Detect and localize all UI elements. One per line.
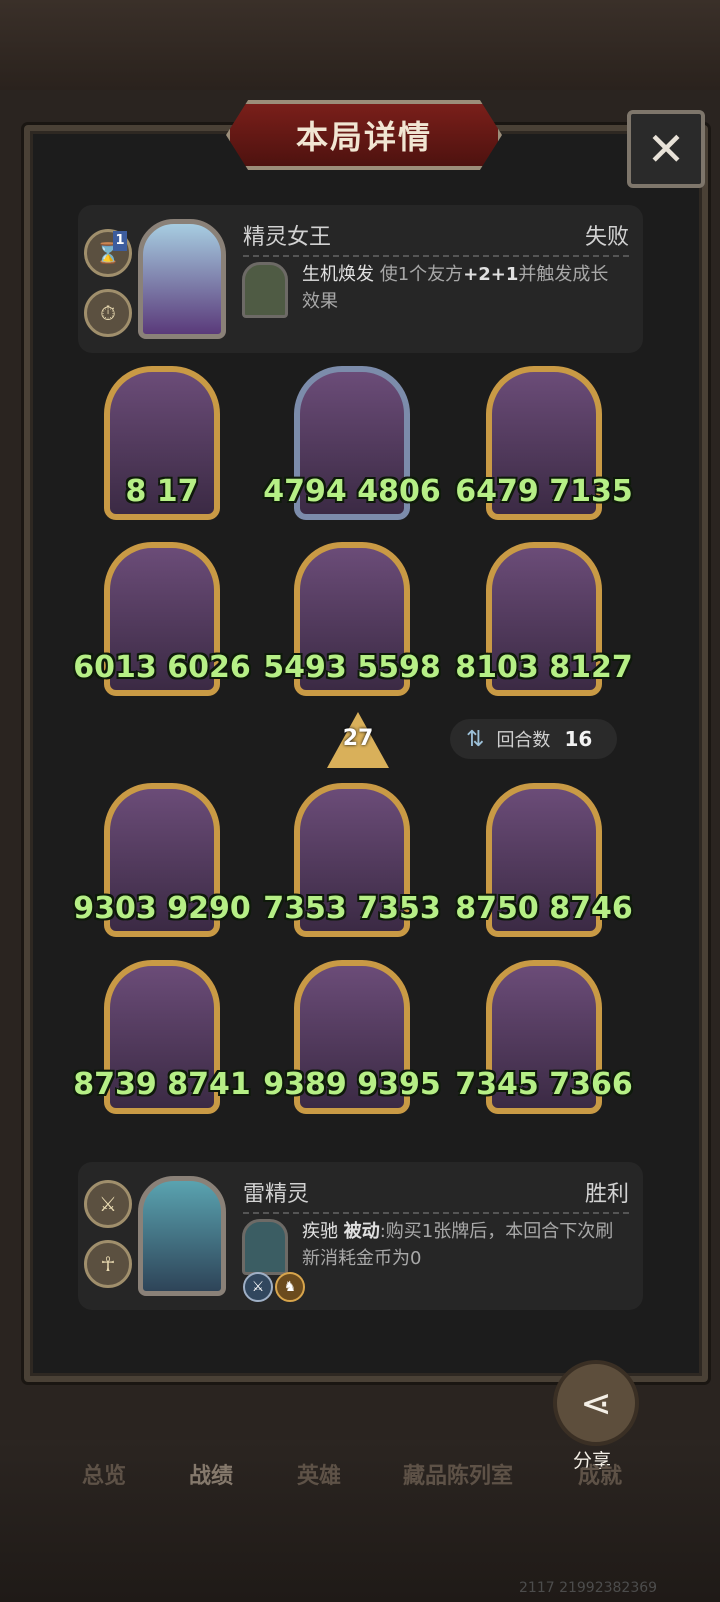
user-id: 2117 21992382369 (519, 1580, 658, 1596)
divider (243, 255, 629, 257)
minion-attack: 6479 (455, 474, 539, 509)
minion-health: 8746 (549, 891, 633, 926)
minion-stats: 8103 8127 (449, 650, 639, 685)
minion-attack: 8103 (455, 650, 539, 685)
horse-equip-icon: ♞ (275, 1272, 305, 1302)
skill-type: 被动 (343, 1221, 380, 1242)
minion-health: 6026 (167, 650, 251, 685)
trinket-icon: ⏱ (84, 289, 132, 337)
minion-health: 7366 (549, 1067, 633, 1102)
minion-health: 7353 (357, 891, 441, 926)
rounds-counter: ⇅ 回合数 16 (450, 719, 617, 759)
tab-achievements[interactable]: 成就 (578, 1458, 622, 1490)
minion-stats: 5493 5598 (257, 650, 447, 685)
minion-attack: 9303 (73, 891, 157, 926)
tab-records[interactable]: 战绩 (189, 1458, 233, 1490)
bottom-tabs: 总览 战绩 英雄 藏品陈列室 成就 (0, 1458, 720, 1498)
rounds-value: 16 (564, 727, 593, 751)
share-button[interactable]: ⋖ (553, 1360, 639, 1446)
minion-health: 4806 (357, 474, 441, 509)
hero-name: 雷精灵 (243, 1182, 310, 1207)
tab-heroes[interactable]: 英雄 (297, 1458, 341, 1490)
minion-stats: 7345 7366 (449, 1067, 639, 1102)
share-icon: ⋖ (580, 1381, 612, 1425)
minion-health: 9395 (357, 1067, 441, 1102)
level-badge: 1 (113, 231, 127, 251)
tab-overview[interactable]: 总览 (82, 1458, 126, 1490)
minion-health: 17 (156, 474, 199, 509)
minion-health: 9290 (167, 891, 251, 926)
minion-stats: 8 17 (67, 474, 257, 509)
minion-health: 5598 (357, 650, 441, 685)
hero-skill-icon (242, 1219, 288, 1275)
sword-icon: ⚔ (84, 1180, 132, 1228)
skill-desc-pre: 使1个友方 (379, 264, 464, 285)
sword-equip-icon: ⚔ (243, 1272, 273, 1302)
rounds-label: 回合数 (496, 730, 551, 751)
minion-health: 8127 (549, 650, 633, 685)
minion-attack: 5493 (263, 650, 347, 685)
tab-collection[interactable]: 藏品陈列室 (403, 1458, 513, 1490)
background-top (0, 0, 720, 90)
page-title: 本局详情 (295, 118, 432, 156)
minion-health: 7135 (549, 474, 633, 509)
minion-attack: 7353 (263, 891, 347, 926)
opponent-summary: ⌛ 1 ⏱ 精灵女王 失败 生机焕发 使1个友方+2+1并触发成长效果 (78, 205, 643, 353)
minion-stats: 4794 4806 (257, 474, 447, 509)
player-summary: ⚔ ☥ 雷精灵 胜利 疾驰 被动:购买1张牌后，本回合下次刷新消耗金币为0 ⚔ … (78, 1162, 643, 1310)
minion-attack: 6013 (73, 650, 157, 685)
minion-stats: 9389 9395 (257, 1067, 447, 1102)
hero-name: 精灵女王 (243, 225, 332, 250)
skill-name: 生机焕发 (302, 264, 374, 285)
title-plate: 本局详情 (226, 100, 502, 170)
minion-stats: 8739 8741 (67, 1067, 257, 1102)
minion-attack: 8750 (455, 891, 539, 926)
minion-attack: 8 (125, 474, 147, 509)
hero-skill-description: 疾驰 被动:购买1张牌后，本回合下次刷新消耗金币为0 (302, 1218, 622, 1272)
turn-number: 27 (342, 726, 374, 751)
hero-skill-icon (242, 262, 288, 318)
skill-desc-bold: +2+1 (463, 264, 519, 285)
refresh-icon: ⇅ (466, 726, 485, 752)
skill-name: 疾驰 (302, 1221, 338, 1242)
match-result: 失败 (584, 225, 629, 250)
minion-stats: 8750 8746 (449, 891, 639, 926)
minion-stats: 7353 7353 (257, 891, 447, 926)
minion-attack: 4794 (263, 474, 347, 509)
hero-portrait (138, 219, 226, 339)
minion-attack: 7345 (455, 1067, 539, 1102)
match-result: 胜利 (584, 1182, 629, 1207)
close-button[interactable]: ✕ (627, 110, 705, 188)
minion-health: 8741 (167, 1067, 251, 1102)
minion-stats: 9303 9290 (67, 891, 257, 926)
hero-portrait (138, 1176, 226, 1296)
figure-icon: ☥ (84, 1240, 132, 1288)
minion-stats: 6013 6026 (67, 650, 257, 685)
minion-attack: 9389 (263, 1067, 347, 1102)
divider (243, 1212, 629, 1214)
hero-skill-description: 生机焕发 使1个友方+2+1并触发成长效果 (302, 261, 622, 315)
minion-attack: 8739 (73, 1067, 157, 1102)
close-icon: ✕ (646, 122, 686, 176)
minion-stats: 6479 7135 (449, 474, 639, 509)
